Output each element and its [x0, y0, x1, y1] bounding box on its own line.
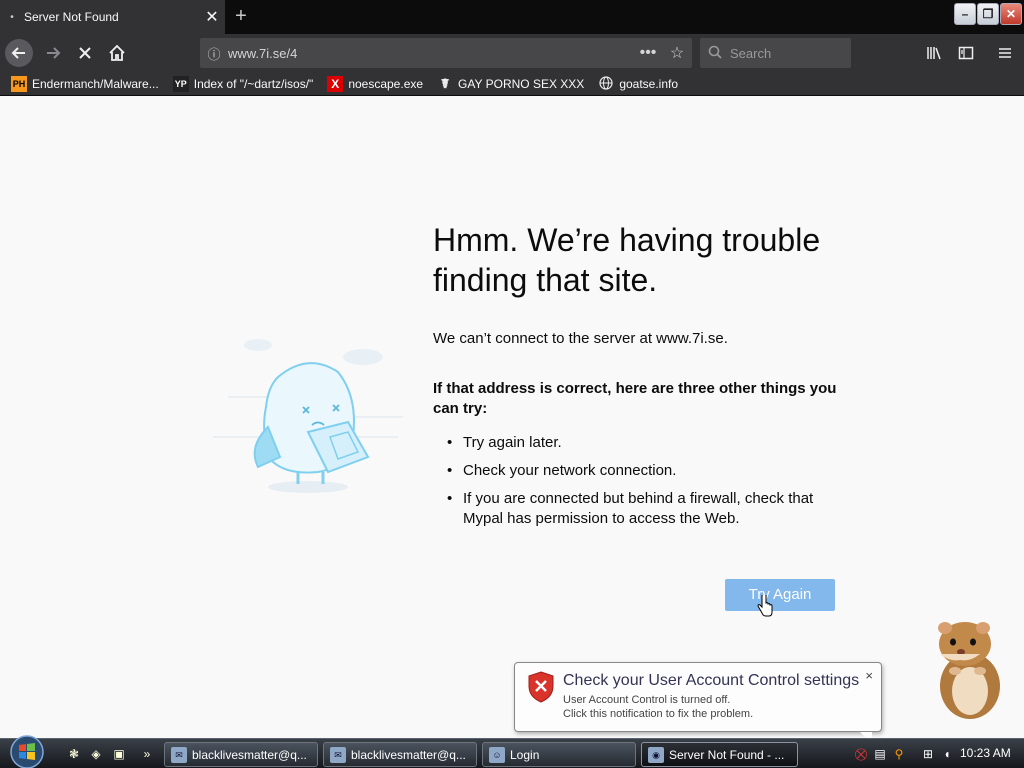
- pornhub-favicon-icon: PH: [11, 75, 27, 92]
- bookmark-item[interactable]: YP Index of "/~dartz/isos/": [172, 75, 314, 92]
- tab-strip: • Server Not Found ✕ + – ❐ ✕: [0, 0, 1024, 34]
- start-button[interactable]: [4, 733, 50, 768]
- taskbar-button-label: blacklivesmatter@q...: [192, 747, 307, 762]
- info-icon[interactable]: ⓘ: [200, 44, 228, 63]
- uac-title: Check your User Account Control settings: [563, 672, 860, 689]
- error-message: We can’t connect to the server at www.7i…: [433, 330, 728, 347]
- quick-launch-overflow-button[interactable]: »: [140, 745, 154, 763]
- restore-button[interactable]: ❐: [977, 3, 999, 25]
- network-icon[interactable]: ⊞: [920, 746, 936, 762]
- bookmark-item[interactable]: ☤ GAY PORNO SEX XXX: [437, 75, 585, 92]
- navigation-toolbar: ⓘ www.7i.se/4 ••• ☆ Search: [0, 34, 1024, 72]
- tab-title: Server Not Found: [24, 10, 119, 24]
- taskbar: ❃ ◈ ▣ » ✉ blacklivesmatter@q... ✉ blackl…: [0, 735, 1024, 768]
- quick-launch-desktop-icon[interactable]: ▣: [109, 745, 129, 763]
- menu-icon[interactable]: [991, 39, 1019, 67]
- arrow-left-icon: [11, 47, 25, 59]
- security-shield-icon: [528, 671, 554, 703]
- stop-button[interactable]: [71, 39, 99, 67]
- bookmark-item[interactable]: goatse.info: [598, 75, 679, 92]
- home-icon: [109, 44, 125, 61]
- list-item: Try again later.: [447, 433, 843, 453]
- yp-favicon-icon: YP: [172, 75, 189, 92]
- page-actions-icon[interactable]: •••: [634, 44, 662, 62]
- search-placeholder: Search: [730, 45, 772, 61]
- taskbar-button-label: blacklivesmatter@q...: [351, 747, 466, 762]
- hand-cursor-icon: [757, 593, 773, 622]
- suggestion-heading: If that address is correct, here are thr…: [433, 380, 837, 417]
- list-item: Check your network connection.: [447, 461, 843, 481]
- suggestion-list: Try again later. Check your network conn…: [447, 433, 843, 537]
- forward-button[interactable]: [39, 39, 67, 67]
- mail-app-icon: ✉: [171, 746, 187, 763]
- uac-close-icon[interactable]: ×: [865, 668, 873, 683]
- bookmark-label: GAY PORNO SEX XXX: [458, 76, 585, 91]
- mail-app-icon: ✉: [330, 746, 346, 763]
- url-bar[interactable]: ⓘ www.7i.se/4 ••• ☆: [200, 38, 692, 68]
- list-item: If you are connected but behind a firewa…: [447, 489, 843, 529]
- volume-icon[interactable]: ◖: [939, 746, 955, 762]
- library-icon[interactable]: [920, 39, 948, 67]
- window-controls: – ❐ ✕: [954, 3, 1022, 25]
- url-text[interactable]: www.7i.se/4: [228, 46, 634, 61]
- taskbar-button[interactable]: ☺ Login: [482, 742, 636, 767]
- sidebar-icon[interactable]: [952, 39, 980, 67]
- x-favicon-icon: X: [327, 75, 344, 92]
- taskbar-button-label: Login: [510, 747, 540, 762]
- tab-close-icon[interactable]: ✕: [199, 7, 225, 27]
- uac-line-1: User Account Control is turned off.: [563, 694, 731, 706]
- hamster-icon: [938, 622, 1000, 719]
- uac-line-2: Click this notification to fix the probl…: [563, 708, 754, 720]
- bookmark-label: goatse.info: [619, 76, 679, 91]
- search-input[interactable]: Search: [700, 38, 851, 68]
- uac-notification[interactable]: Check your User Account Control settings…: [514, 662, 882, 744]
- clock[interactable]: 10:23 AM: [960, 746, 1011, 760]
- tray-app-icon[interactable]: ▤: [872, 746, 888, 762]
- taskbar-button[interactable]: ✉ blacklivesmatter@q...: [164, 742, 318, 767]
- login-app-icon: ☺: [489, 746, 505, 763]
- bookmark-item[interactable]: PH Endermanch/Malware...: [11, 75, 159, 92]
- try-again-button[interactable]: Try Again: [725, 579, 835, 611]
- screen: • Server Not Found ✕ + – ❐ ✕ ⓘ www.7i.se…: [0, 0, 1024, 768]
- bookmark-label: Index of "/~dartz/isos/": [193, 76, 314, 91]
- security-alert-icon[interactable]: ⛒: [853, 746, 869, 762]
- bookmark-label: Endermanch/Malware...: [32, 76, 159, 91]
- caduceus-favicon-icon: ☤: [440, 75, 450, 91]
- bookmark-item[interactable]: X noescape.exe: [327, 75, 424, 92]
- new-tab-button[interactable]: +: [228, 4, 254, 30]
- confused-monster-illustration-icon: [213, 339, 403, 493]
- taskbar-button-label: Server Not Found - ...: [669, 747, 785, 762]
- back-button[interactable]: [5, 39, 33, 67]
- bookmark-label: noescape.exe: [348, 76, 424, 91]
- system-tray: ⛒ ▤ ⚲ ⊞ ◖: [853, 743, 955, 765]
- minimize-button[interactable]: –: [954, 3, 976, 25]
- taskbar-button[interactable]: ✉ blacklivesmatter@q...: [323, 742, 477, 767]
- error-title: Hmm. We’re having trouble finding that s…: [433, 222, 821, 298]
- quick-launch-shield-icon[interactable]: ◈: [86, 745, 106, 763]
- search-tray-icon[interactable]: ⚲: [891, 746, 907, 762]
- taskbar-button-active[interactable]: ◉ Server Not Found - ...: [641, 742, 798, 767]
- bookmark-star-icon[interactable]: ☆: [662, 43, 692, 63]
- close-window-button[interactable]: ✕: [1000, 3, 1022, 25]
- browser-app-icon: ◉: [648, 746, 664, 763]
- bookmarks-toolbar: PH Endermanch/Malware... YP Index of "/~…: [0, 72, 1024, 96]
- home-button[interactable]: [103, 39, 131, 67]
- quick-launch-app-icon[interactable]: ❃: [64, 745, 84, 763]
- globe-icon: [598, 75, 614, 92]
- tab-loading-indicator: •: [10, 11, 14, 23]
- error-page: Hmm. We’re having trouble finding that s…: [0, 97, 1024, 738]
- tab-server-not-found[interactable]: • Server Not Found ✕: [0, 0, 225, 34]
- search-icon: [700, 45, 730, 62]
- stop-icon: [79, 47, 91, 59]
- arrow-right-icon: [47, 47, 61, 59]
